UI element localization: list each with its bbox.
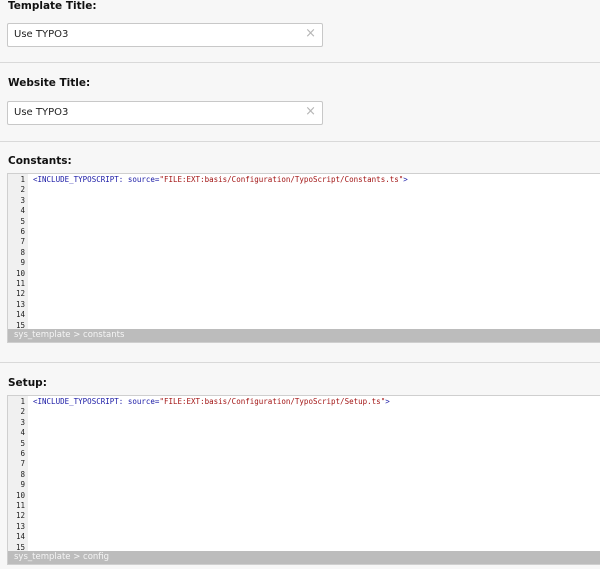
line-numbers: 1 2 3 4 5 6 7 8 9 10 11 12 13 14 15 xyxy=(8,397,25,553)
line-number: 7 xyxy=(20,459,25,469)
line-number: 6 xyxy=(20,227,25,237)
line-number: 2 xyxy=(20,407,25,417)
website-title-input[interactable]: Use TYPO3 × xyxy=(7,101,323,125)
editor-status-bar: sys_template > config xyxy=(8,551,600,564)
setup-editor[interactable]: 1 2 3 4 5 6 7 8 9 10 11 12 13 14 15 <INCLUDE_TYPOSCRIP… xyxy=(7,395,600,565)
line-number: 4 xyxy=(20,206,25,216)
line-number: 11 xyxy=(15,501,25,511)
line-number: 13 xyxy=(15,299,25,309)
typoscript-source-value: "FILE:EXT:basis/Configuration/TypoScript… xyxy=(159,397,386,406)
typoscript-directive: <INCLUDE_TYPOSCRIPT: xyxy=(33,175,124,184)
line-number: 12 xyxy=(15,289,25,299)
website-title-value: Use TYPO3 xyxy=(14,107,69,118)
typoscript-source-value: "FILE:EXT:basis/Configuration/TypoScript… xyxy=(159,175,404,184)
line-number: 10 xyxy=(15,490,25,500)
line-number: 1 xyxy=(20,175,25,184)
status-path: sys_template > config xyxy=(14,552,110,562)
typoscript-attribute: source= xyxy=(123,397,160,406)
typoscript-attribute: source= xyxy=(123,175,160,184)
line-number: 3 xyxy=(20,195,25,205)
line-number: 2 xyxy=(20,185,25,195)
typoscript-close: > xyxy=(403,175,408,184)
line-number: 4 xyxy=(20,428,25,438)
line-number: 8 xyxy=(20,469,25,479)
line-number: 11 xyxy=(15,279,25,289)
status-path: sys_template > constants xyxy=(14,330,125,340)
code-line-1[interactable]: <INCLUDE_TYPOSCRIPT: source="FILE:EXT:ba… xyxy=(33,175,408,185)
typoscript-close: > xyxy=(385,397,390,406)
clear-icon[interactable]: × xyxy=(305,105,316,119)
constants-editor[interactable]: 1 2 3 4 5 6 7 8 9 10 11 12 13 14 15 <INCLUDE_TYPOSCRIP… xyxy=(7,173,600,343)
clear-icon[interactable]: × xyxy=(305,27,316,41)
line-number: 7 xyxy=(20,237,25,247)
divider xyxy=(0,141,600,142)
typoscript-directive: <INCLUDE_TYPOSCRIPT: xyxy=(33,397,124,406)
line-number: 9 xyxy=(20,258,25,268)
line-number: 14 xyxy=(15,310,25,320)
template-title-input[interactable]: Use TYPO3 × xyxy=(7,23,323,47)
line-number: 12 xyxy=(15,511,25,521)
line-number: 14 xyxy=(15,532,25,542)
line-number: 8 xyxy=(20,247,25,257)
constants-label: Constants: xyxy=(8,155,72,167)
line-number: 3 xyxy=(20,417,25,427)
divider xyxy=(0,62,600,63)
template-title-label: Template Title: xyxy=(8,0,97,12)
line-numbers: 1 2 3 4 5 6 7 8 9 10 11 12 13 14 15 xyxy=(8,175,25,331)
line-number: 9 xyxy=(20,480,25,490)
line-number: 13 xyxy=(15,521,25,531)
code-line-1[interactable]: <INCLUDE_TYPOSCRIPT: source="FILE:EXT:ba… xyxy=(33,397,390,407)
setup-label: Setup: xyxy=(8,377,47,389)
line-number: 6 xyxy=(20,449,25,459)
template-title-value: Use TYPO3 xyxy=(14,29,69,40)
website-title-label: Website Title: xyxy=(8,77,91,89)
divider xyxy=(0,362,600,363)
line-number: 5 xyxy=(20,216,25,226)
line-number: 5 xyxy=(20,438,25,448)
line-number: 10 xyxy=(15,268,25,278)
line-number: 1 xyxy=(20,397,25,406)
editor-status-bar: sys_template > constants xyxy=(8,329,600,342)
